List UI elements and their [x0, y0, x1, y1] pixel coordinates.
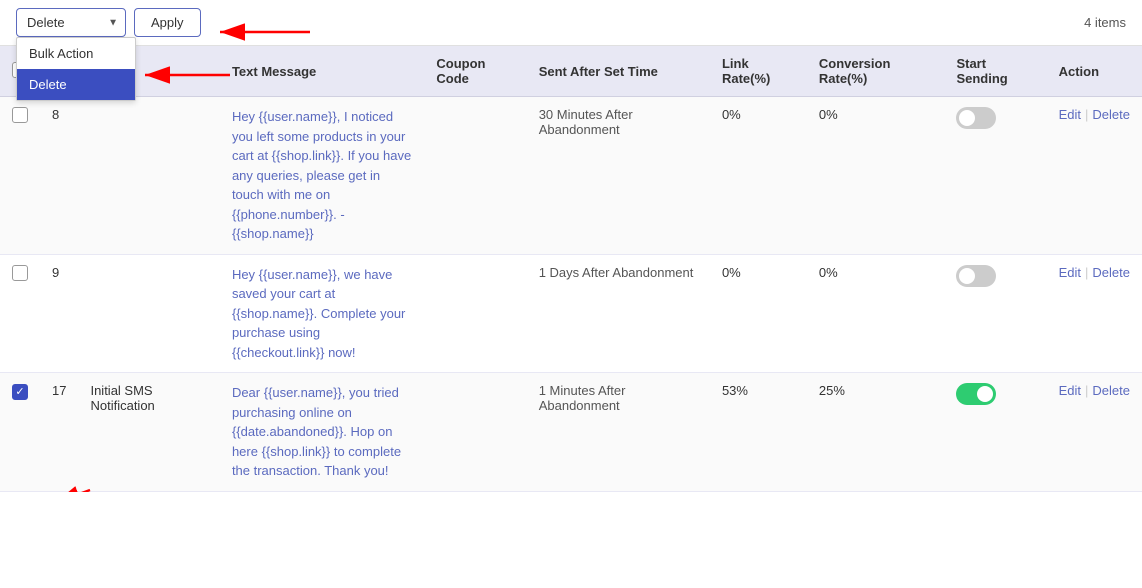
row-id: 17	[40, 373, 78, 492]
bulk-action-select[interactable]: Delete	[16, 8, 126, 37]
main-table-container: ID Name Text Message Coupon Code Sent Af…	[0, 46, 1142, 492]
row-action-cell: Edit | Delete	[1047, 254, 1142, 373]
header-text-message: Text Message	[220, 46, 424, 97]
header-action: Action	[1047, 46, 1142, 97]
toggle-circle	[959, 110, 975, 126]
row-checkbox[interactable]	[12, 384, 28, 400]
header-start-sending: Start Sending	[944, 46, 1046, 97]
header-link-rate: Link Rate(%)	[710, 46, 807, 97]
row-toggle-cell	[944, 254, 1046, 373]
row-sent-after: 1 Minutes After Abandonment	[527, 373, 710, 492]
delete-link[interactable]: Delete	[1092, 107, 1130, 122]
row-checkbox[interactable]	[12, 107, 28, 123]
delete-link[interactable]: Delete	[1092, 383, 1130, 398]
row-action-cell: Edit | Delete	[1047, 373, 1142, 492]
row-checkbox-cell	[0, 97, 40, 255]
apply-button[interactable]: Apply	[134, 8, 201, 37]
action-divider: |	[1085, 265, 1088, 280]
toggle-circle	[959, 268, 975, 284]
table-row: 8 Hey {{user.name}}, I noticed you left s…	[0, 97, 1142, 255]
edit-link[interactable]: Edit	[1059, 107, 1081, 122]
row-link-rate: 53%	[710, 373, 807, 492]
row-text-message: Dear {{user.name}}, you tried purchasing…	[220, 373, 424, 492]
edit-link[interactable]: Edit	[1059, 383, 1081, 398]
row-sent-after: 1 Days After Abandonment	[527, 254, 710, 373]
row-action-cell: Edit | Delete	[1047, 97, 1142, 255]
table-header-row: ID Name Text Message Coupon Code Sent Af…	[0, 46, 1142, 97]
row-name	[78, 254, 219, 373]
dropdown-item-bulk-action[interactable]: Bulk Action	[17, 38, 135, 69]
bulk-action-select-wrapper[interactable]: Delete ▼ Bulk Action Delete	[16, 8, 126, 37]
action-divider: |	[1085, 383, 1088, 398]
edit-link[interactable]: Edit	[1059, 265, 1081, 280]
row-conversion-rate: 0%	[807, 97, 945, 255]
header-sent-after: Sent After Set Time	[527, 46, 710, 97]
toggle-circle	[977, 386, 993, 402]
delete-link[interactable]: Delete	[1092, 265, 1130, 280]
table-row: 17Initial SMS NotificationDear {{user.na…	[0, 373, 1142, 492]
row-coupon-code	[424, 373, 526, 492]
row-toggle[interactable]	[956, 265, 996, 287]
items-count: 4 items	[1084, 15, 1126, 30]
row-name: Initial SMS Notification	[78, 373, 219, 492]
row-name	[78, 97, 219, 255]
dropdown-item-delete[interactable]: Delete	[17, 69, 135, 100]
row-checkbox-cell	[0, 373, 40, 492]
header-conversion-rate: Conversion Rate(%)	[807, 46, 945, 97]
row-link-rate: 0%	[710, 97, 807, 255]
row-toggle-cell	[944, 373, 1046, 492]
row-id: 8	[40, 97, 78, 255]
row-coupon-code	[424, 97, 526, 255]
row-conversion-rate: 0%	[807, 254, 945, 373]
row-sent-after: 30 Minutes After Abandonment	[527, 97, 710, 255]
messages-table: ID Name Text Message Coupon Code Sent Af…	[0, 46, 1142, 492]
row-text-message: Hey {{user.name}}, I noticed you left so…	[220, 97, 424, 255]
row-checkbox[interactable]	[12, 265, 28, 281]
row-text-message: Hey {{user.name}}, we have saved your ca…	[220, 254, 424, 373]
row-link-rate: 0%	[710, 254, 807, 373]
table-row: 9 Hey {{user.name}}, we have saved your c…	[0, 254, 1142, 373]
row-coupon-code	[424, 254, 526, 373]
row-toggle-cell	[944, 97, 1046, 255]
row-id: 9	[40, 254, 78, 373]
row-toggle[interactable]	[956, 383, 996, 405]
bulk-action-dropdown: Bulk Action Delete	[16, 37, 136, 101]
row-conversion-rate: 25%	[807, 373, 945, 492]
header-coupon-code: Coupon Code	[424, 46, 526, 97]
row-toggle[interactable]	[956, 107, 996, 129]
action-divider: |	[1085, 107, 1088, 122]
row-checkbox-cell	[0, 254, 40, 373]
